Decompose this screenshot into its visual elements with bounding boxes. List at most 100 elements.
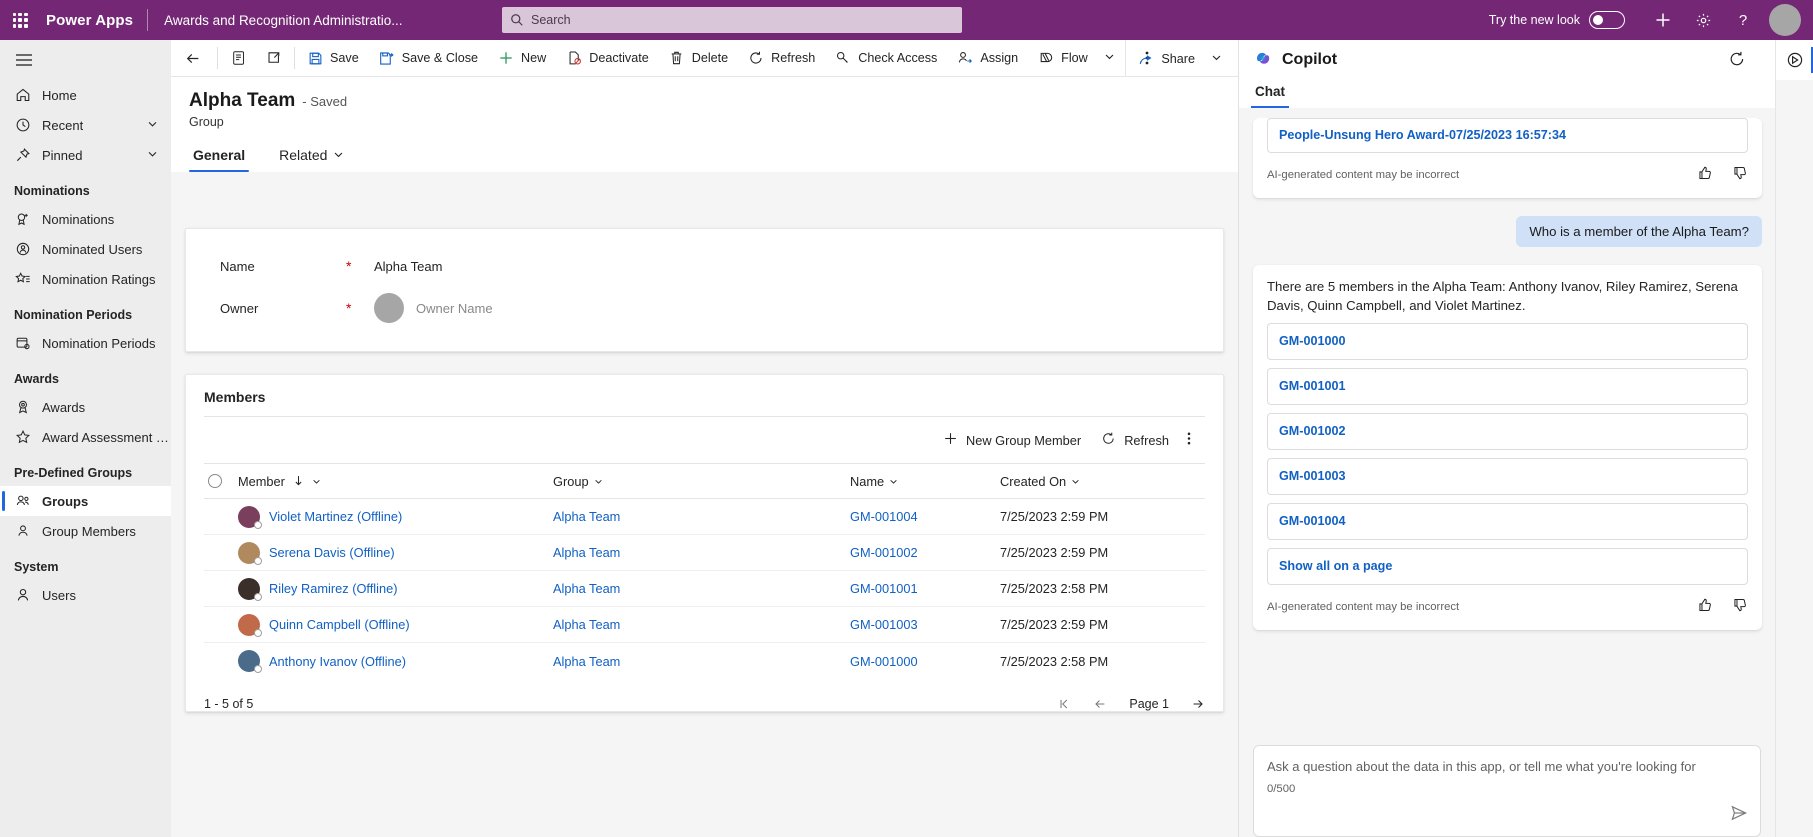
tab-related[interactable]: Related (275, 143, 348, 172)
chevron-down-icon[interactable] (333, 147, 344, 163)
table-row[interactable]: Violet Martinez (Offline) Alpha Team GM-… (204, 499, 1205, 535)
refresh-button[interactable]: Refresh (738, 40, 825, 77)
sidebar-item-home[interactable]: Home (0, 80, 171, 110)
citation-chip[interactable]: GM-001001 (1267, 368, 1748, 405)
sidebar-item-awards[interactable]: Awards (0, 392, 171, 422)
table-row[interactable]: Anthony Ivanov (Offline) Alpha Team GM-0… (204, 643, 1205, 679)
tab-general[interactable]: General (189, 143, 250, 172)
new-button[interactable]: New (488, 40, 556, 77)
sidebar-item-nomination-ratings[interactable]: Nomination Ratings (0, 264, 171, 294)
back-button[interactable] (171, 40, 215, 77)
arrow-right-icon[interactable] (1191, 697, 1205, 711)
refresh-history-icon[interactable] (1728, 50, 1746, 73)
column-header-group[interactable]: Group (553, 474, 850, 489)
search-input[interactable] (531, 7, 954, 33)
group-link[interactable]: Alpha Team (553, 617, 620, 632)
sidebar-item-users[interactable]: Users (0, 580, 171, 610)
members-grid: Member Group Name Created On Violet Mart… (204, 463, 1205, 679)
avatar[interactable] (1769, 4, 1801, 36)
table-row[interactable]: Serena Davis (Offline) Alpha Team GM-001… (204, 535, 1205, 571)
select-all-circle-icon[interactable] (204, 474, 238, 488)
group-link[interactable]: Alpha Team (553, 509, 620, 524)
copilot-input-placeholder[interactable]: Ask a question about the data in this ap… (1267, 757, 1747, 776)
member-link[interactable]: Anthony Ivanov (Offline) (269, 654, 406, 669)
chevron-down-icon[interactable] (889, 474, 898, 489)
sidebar-item-award-assessment[interactable]: Award Assessment R... (0, 422, 171, 452)
citation-chip[interactable]: People-Unsung Hero Award-07/25/2023 16:5… (1267, 118, 1748, 153)
share-button[interactable]: Share (1128, 40, 1238, 77)
name-link[interactable]: GM-001004 (850, 509, 918, 524)
flow-button[interactable]: Flow (1028, 40, 1125, 77)
sidebar-item-groups[interactable]: Groups (0, 486, 171, 516)
delete-button[interactable]: Delete (659, 40, 738, 77)
chevron-down-icon[interactable] (1104, 51, 1115, 65)
member-link[interactable]: Serena Davis (Offline) (269, 545, 395, 560)
sidebar-item-group-members[interactable]: Group Members (0, 516, 171, 546)
new-look-toggle[interactable] (1589, 11, 1625, 29)
hamburger-menu-icon[interactable] (0, 40, 48, 80)
send-icon[interactable] (1730, 804, 1748, 827)
chevron-left-icon[interactable] (1093, 697, 1107, 711)
citation-chip[interactable]: GM-001000 (1267, 323, 1748, 360)
table-row[interactable]: Riley Ramirez (Offline) Alpha Team GM-00… (204, 571, 1205, 607)
powerapps-brand[interactable]: Power Apps (40, 12, 147, 29)
group-link[interactable]: Alpha Team (553, 581, 620, 596)
citation-chip[interactable]: GM-001002 (1267, 413, 1748, 450)
help-question-icon[interactable]: ? (1723, 0, 1763, 40)
name-link[interactable]: GM-001001 (850, 581, 918, 596)
deactivate-button[interactable]: Deactivate (556, 40, 659, 77)
citation-chip[interactable]: GM-001004 (1267, 503, 1748, 540)
show-all-on-page-button[interactable]: Show all on a page (1267, 548, 1748, 585)
member-link[interactable]: Violet Martinez (Offline) (269, 509, 402, 524)
app-launcher-icon[interactable] (0, 0, 40, 40)
thumbs-down-icon[interactable] (1732, 597, 1748, 618)
chevron-down-icon[interactable] (147, 118, 158, 133)
page-first-icon[interactable] (1057, 697, 1071, 711)
name-field-value[interactable]: Alpha Team (362, 259, 442, 274)
sidebar-item-pinned[interactable]: Pinned (0, 140, 171, 170)
chevron-down-icon[interactable] (1211, 52, 1234, 66)
group-link[interactable]: Alpha Team (553, 654, 620, 669)
save-button[interactable]: Save (297, 40, 369, 77)
app-name-label[interactable]: Awards and Recognition Administratio... (148, 13, 402, 28)
thumbs-up-icon[interactable] (1697, 165, 1713, 186)
owner-field-value[interactable]: Owner Name (404, 301, 493, 316)
copilot-panel-icon[interactable] (1776, 40, 1813, 80)
grid-refresh-button[interactable]: Refresh (1091, 425, 1179, 455)
chevron-down-icon[interactable] (312, 474, 321, 489)
thumbs-down-icon[interactable] (1732, 165, 1748, 186)
sidebar-item-nominated-users[interactable]: Nominated Users (0, 234, 171, 264)
global-search[interactable] (502, 7, 962, 33)
thumbs-up-icon[interactable] (1697, 597, 1713, 618)
name-link[interactable]: GM-001002 (850, 545, 918, 560)
name-link[interactable]: GM-001003 (850, 617, 918, 632)
new-group-member-button[interactable]: New Group Member (933, 425, 1091, 455)
save-and-close-button[interactable]: Save & Close (369, 40, 488, 77)
group-link[interactable]: Alpha Team (553, 545, 620, 560)
copilot-compose-box[interactable]: Ask a question about the data in this ap… (1253, 745, 1761, 837)
table-row[interactable]: Quinn Campbell (Offline) Alpha Team GM-0… (204, 607, 1205, 643)
tab-chat[interactable]: Chat (1251, 80, 1289, 108)
sidebar-item-recent[interactable]: Recent (0, 110, 171, 140)
form-selector-button[interactable] (220, 40, 256, 77)
settings-gear-icon[interactable] (1683, 0, 1723, 40)
member-link[interactable]: Quinn Campbell (Offline) (269, 617, 410, 632)
member-link[interactable]: Riley Ramirez (Offline) (269, 581, 397, 596)
column-header-member[interactable]: Member (238, 474, 553, 489)
assign-button[interactable]: Assign (947, 40, 1028, 77)
check-access-button[interactable]: Check Access (825, 40, 947, 77)
column-header-created-on[interactable]: Created On (1000, 474, 1180, 489)
sidebar-item-label: Awards (42, 399, 86, 415)
share-button-group: Share (1125, 40, 1238, 77)
name-link[interactable]: GM-001000 (850, 654, 918, 669)
column-header-name[interactable]: Name (850, 474, 1000, 489)
add-icon[interactable] (1643, 0, 1683, 40)
chevron-down-icon[interactable] (594, 474, 603, 489)
citation-chip[interactable]: GM-001003 (1267, 458, 1748, 495)
chevron-down-icon[interactable] (147, 148, 158, 163)
sidebar-item-nominations[interactable]: Nominations (0, 204, 171, 234)
popout-button[interactable] (256, 40, 292, 77)
sidebar-item-nomination-periods[interactable]: Nomination Periods (0, 328, 171, 358)
grid-overflow-button[interactable] (1179, 425, 1199, 455)
chevron-down-icon[interactable] (1071, 474, 1080, 489)
